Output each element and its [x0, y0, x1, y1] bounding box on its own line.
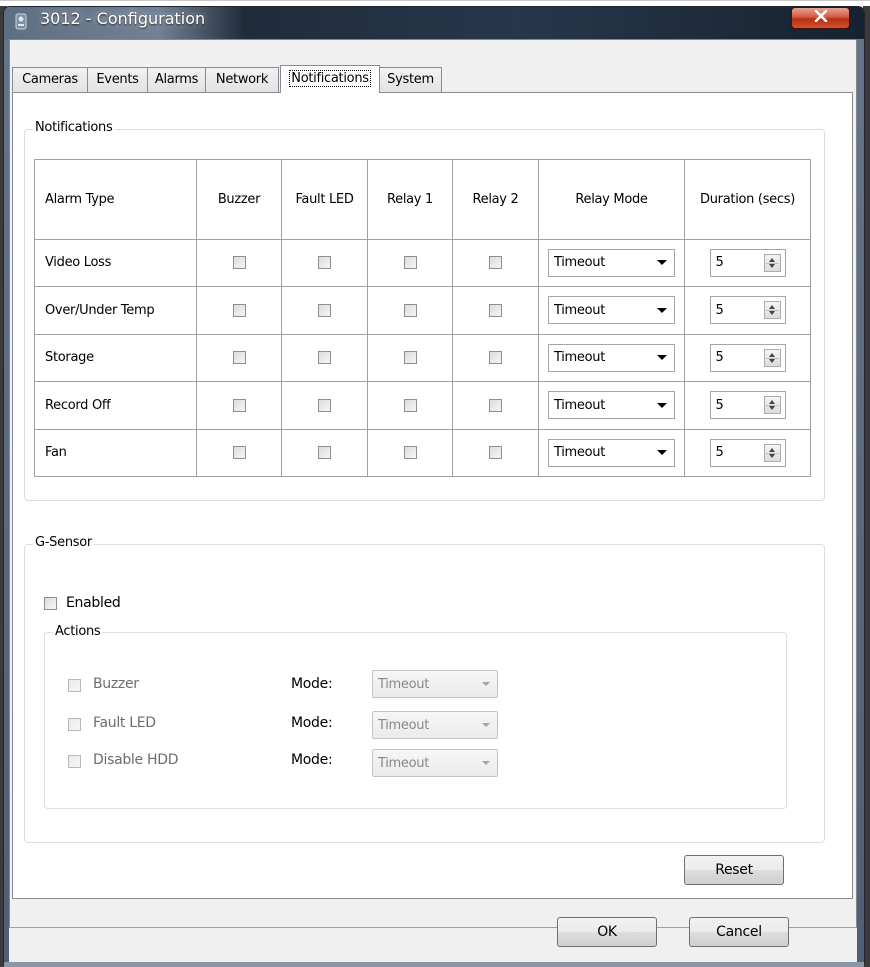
- alarm-type-cell: Over/Under Temp: [34, 286, 197, 335]
- chevron-down-icon: [482, 723, 490, 727]
- chevron-down-icon: [482, 761, 490, 765]
- mode-label: Mode:: [291, 676, 333, 692]
- duration-spinner[interactable]: 5: [709, 296, 786, 325]
- up-down-arrows-icon[interactable]: [763, 253, 781, 272]
- duration-spinner[interactable]: 5: [709, 343, 786, 372]
- chevron-down-icon: [657, 450, 667, 456]
- table-row: Fan Timeout 5: [34, 428, 811, 477]
- column-header-relay-mode: Relay Mode: [538, 159, 685, 240]
- buzzer-checkbox[interactable]: [232, 398, 246, 412]
- buzzer-checkbox[interactable]: [232, 256, 246, 270]
- relay-mode-select[interactable]: Timeout: [548, 296, 675, 325]
- column-header-fault-led: Fault LED: [281, 159, 368, 240]
- fault-led-checkbox[interactable]: [318, 446, 331, 460]
- chevron-down-icon: [657, 355, 667, 361]
- relay-1-checkbox[interactable]: [403, 351, 417, 365]
- cancel-button[interactable]: Cancel: [689, 917, 789, 947]
- table-row: Video Loss Timeout 5: [34, 238, 811, 288]
- enabled-label: Enabled: [66, 595, 121, 611]
- relay-2-checkbox[interactable]: [489, 256, 502, 270]
- table-row: Storage Timeout 5: [34, 333, 811, 383]
- mode-label: Mode:: [291, 715, 333, 731]
- column-header-alarm-type: Alarm Type: [34, 159, 197, 240]
- chevron-down-icon: [482, 682, 490, 686]
- relay-1-checkbox[interactable]: [403, 303, 417, 317]
- chevron-down-icon: [657, 402, 667, 408]
- duration-spinner[interactable]: 5: [709, 438, 786, 467]
- mode-label: Mode:: [291, 752, 333, 768]
- duration-spinner[interactable]: 5: [709, 391, 786, 420]
- alarm-type-cell: Fan: [34, 428, 197, 477]
- buzzer-checkbox[interactable]: [232, 351, 246, 365]
- table-row: Record Off Timeout 5: [34, 381, 811, 430]
- duration-spinner[interactable]: 5: [709, 248, 786, 277]
- up-down-arrows-icon[interactable]: [763, 443, 781, 462]
- disable-hdd-mode-select[interactable]: Timeout: [372, 749, 498, 777]
- column-header-relay-2: Relay 2: [452, 159, 539, 240]
- gsensor-group-label: G-Sensor: [33, 535, 94, 550]
- chevron-down-icon: [657, 307, 667, 313]
- enabled-checkbox[interactable]: [44, 597, 57, 610]
- relay-2-checkbox[interactable]: [489, 398, 502, 412]
- buzzer-checkbox[interactable]: [232, 446, 246, 460]
- disable-hdd-action-label: Disable HDD: [93, 752, 179, 768]
- fault-led-checkbox[interactable]: [318, 351, 331, 365]
- up-down-arrows-icon[interactable]: [763, 396, 781, 415]
- buzzer-checkbox[interactable]: [232, 303, 246, 317]
- relay-2-checkbox[interactable]: [489, 446, 502, 460]
- notifications-group-label: Notifications: [33, 120, 115, 135]
- fault-led-mode-select[interactable]: Timeout: [372, 711, 498, 739]
- table-header-row: Alarm Type Buzzer Fault LED Relay 1 Rela…: [34, 159, 811, 240]
- relay-mode-select[interactable]: Timeout: [548, 248, 675, 277]
- column-header-relay-1: Relay 1: [367, 159, 453, 240]
- actions-group-label: Actions: [53, 624, 103, 639]
- relay-1-checkbox[interactable]: [403, 446, 417, 460]
- fault-led-checkbox[interactable]: [318, 256, 331, 270]
- alarm-type-cell: Video Loss: [34, 238, 197, 288]
- buzzer-mode-select[interactable]: Timeout: [372, 670, 498, 698]
- relay-2-checkbox[interactable]: [489, 351, 502, 365]
- fault-led-checkbox[interactable]: [318, 303, 331, 317]
- ok-button[interactable]: OK: [557, 917, 657, 947]
- chevron-down-icon: [657, 260, 667, 266]
- reset-button[interactable]: Reset: [684, 855, 784, 885]
- table-row: Over/Under Temp Timeout 5: [34, 286, 811, 335]
- fault-led-action-checkbox[interactable]: [68, 718, 81, 731]
- relay-mode-select[interactable]: Timeout: [548, 438, 675, 467]
- fault-led-action-label: Fault LED: [93, 715, 156, 731]
- up-down-arrows-icon[interactable]: [763, 301, 781, 320]
- relay-1-checkbox[interactable]: [403, 256, 417, 270]
- up-down-arrows-icon[interactable]: [763, 348, 781, 367]
- disable-hdd-action-checkbox[interactable]: [68, 755, 81, 768]
- fault-led-checkbox[interactable]: [318, 398, 331, 412]
- buzzer-action-label: Buzzer: [93, 676, 139, 692]
- relay-mode-select[interactable]: Timeout: [548, 343, 675, 372]
- alarm-type-cell: Record Off: [34, 381, 197, 430]
- buzzer-action-checkbox[interactable]: [68, 679, 81, 692]
- alarm-type-cell: Storage: [34, 333, 197, 383]
- notifications-table: Alarm Type Buzzer Fault LED Relay 1 Rela…: [34, 159, 811, 477]
- relay-2-checkbox[interactable]: [489, 303, 502, 317]
- relay-mode-select[interactable]: Timeout: [548, 391, 675, 420]
- column-header-buzzer: Buzzer: [196, 159, 282, 240]
- column-header-duration: Duration (secs): [684, 159, 811, 240]
- relay-1-checkbox[interactable]: [403, 398, 417, 412]
